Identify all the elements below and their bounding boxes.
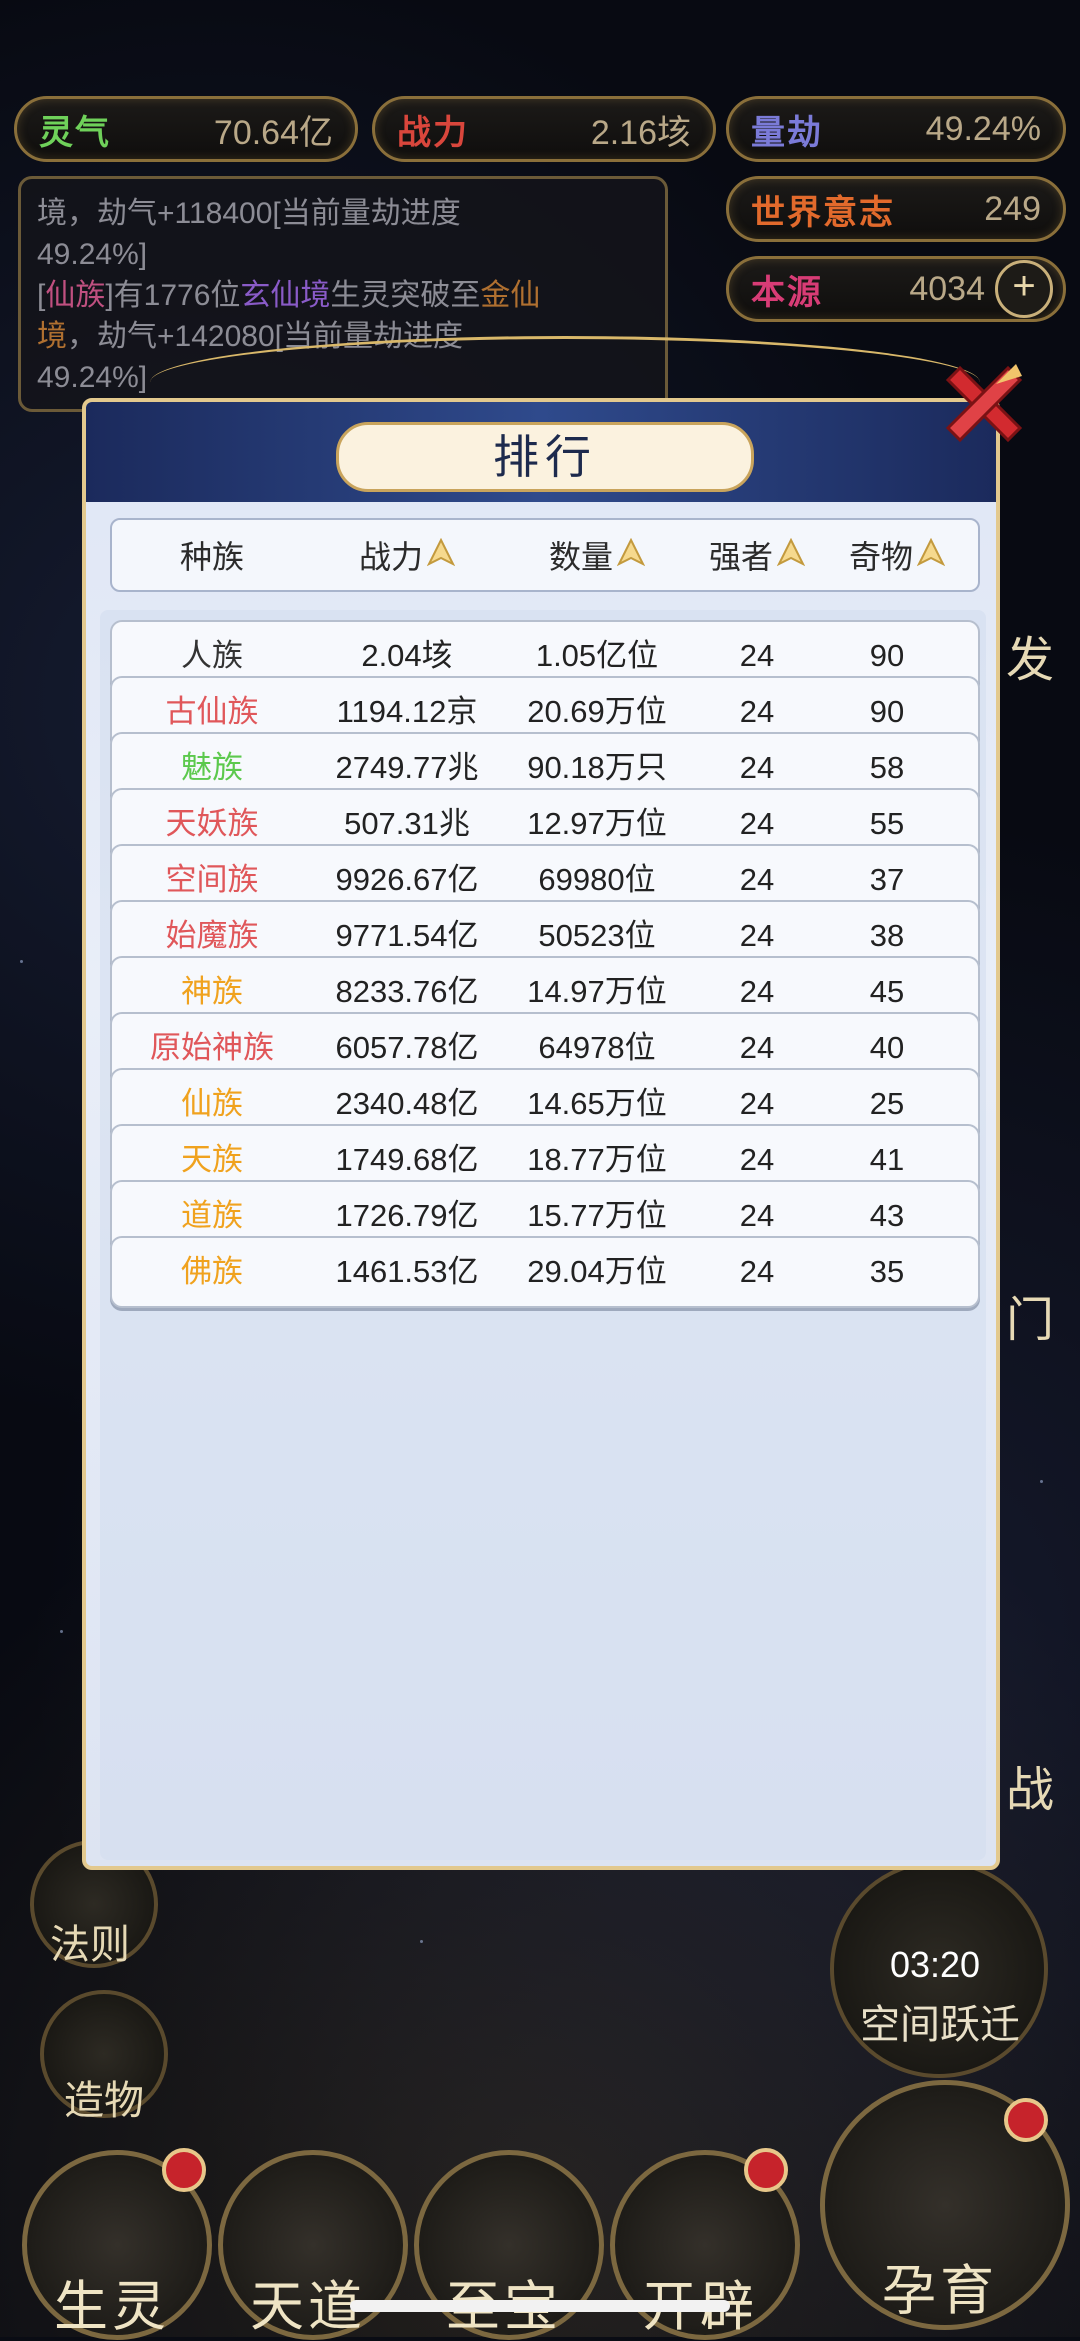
sort-by-qty[interactable]: 数量 bbox=[502, 520, 692, 590]
zhanli-stat[interactable]: 战力 2.16垓 bbox=[372, 96, 716, 162]
sort-arrow-icon bbox=[427, 538, 455, 567]
zhanli-label: 战力 bbox=[397, 113, 469, 152]
benyuan-label: 本源 bbox=[751, 273, 823, 312]
item-cell: 35 bbox=[869, 1254, 905, 1289]
sort-arrow-icon bbox=[777, 538, 805, 567]
close-icon[interactable] bbox=[938, 360, 1028, 450]
ranking-list[interactable]: 人族 2.04垓 1.05亿位 24 90 古仙族 1194.12京 20.69万位 24 90 魅… bbox=[100, 610, 986, 1860]
dialog-title: 排行 bbox=[336, 422, 754, 492]
header-race: 种族 bbox=[179, 539, 244, 575]
lingqi-stat[interactable]: 灵气 70.64亿 bbox=[14, 96, 358, 162]
liangjie-value: 49.24% bbox=[925, 109, 1041, 148]
benyuan-value: 4034 bbox=[909, 269, 985, 308]
space-jump-timer: 03:20 bbox=[889, 1944, 981, 1985]
shijie-stat[interactable]: 世界意志 249 bbox=[726, 176, 1066, 242]
notification-dot bbox=[744, 2148, 788, 2192]
zhanli-value: 2.16垓 bbox=[590, 113, 691, 152]
race-cell: 佛族 bbox=[181, 1254, 243, 1289]
power-cell: 1461.53亿 bbox=[335, 1254, 479, 1289]
notification-dot bbox=[162, 2148, 206, 2192]
star bbox=[60, 1630, 63, 1633]
add-benyuan-button[interactable]: + bbox=[995, 260, 1053, 318]
sort-by-strong[interactable]: 强者 bbox=[692, 520, 822, 590]
yun-yu-label: 孕育 bbox=[882, 2261, 998, 2321]
sort-by-item[interactable]: 奇物 bbox=[822, 520, 972, 590]
table-row[interactable]: 佛族 1461.53亿 29.04万位 24 35 bbox=[110, 1236, 980, 1308]
qty-cell: 29.04万位 bbox=[527, 1254, 667, 1289]
star bbox=[1040, 1480, 1043, 1483]
fa-ze-label: 法则 bbox=[50, 1923, 130, 1967]
notification-dot bbox=[1004, 2098, 1048, 2142]
shijie-value: 249 bbox=[984, 189, 1041, 228]
lingqi-label: 灵气 bbox=[39, 113, 111, 152]
sort-arrow-icon bbox=[917, 538, 945, 567]
log-line: 境，劫气+118400[当前量劫进度 bbox=[37, 197, 461, 230]
liangjie-stat[interactable]: 量劫 49.24% bbox=[726, 96, 1066, 162]
sort-arrow-icon bbox=[617, 538, 645, 567]
home-indicator bbox=[350, 2300, 730, 2312]
shijie-label: 世界意志 bbox=[751, 193, 895, 232]
sort-by-power[interactable]: 战力 bbox=[312, 520, 502, 590]
sheng-ling-label: 生灵 bbox=[54, 2277, 170, 2337]
strong-cell: 24 bbox=[739, 1254, 775, 1289]
log-line: [仙族]有1776位玄仙境生灵突破至金仙 bbox=[37, 279, 541, 312]
liangjie-label: 量劫 bbox=[751, 113, 823, 152]
log-line: 49.24%] bbox=[37, 238, 148, 271]
benyuan-stat[interactable]: 本源 4034 + bbox=[726, 256, 1066, 322]
star bbox=[20, 960, 23, 963]
lingqi-value: 70.64亿 bbox=[213, 113, 333, 152]
ranking-dialog: 排行 种族 战力 数量 强者 奇物 人族 2.04垓 1.05亿位 24 90 古仙族 11… bbox=[82, 398, 1000, 1870]
space-jump-label: 空间跃迁 bbox=[860, 2003, 1020, 2047]
zao-wu-label: 造物 bbox=[64, 2079, 144, 2123]
star bbox=[420, 1940, 423, 1943]
ranking-table-header: 种族 战力 数量 强者 奇物 bbox=[110, 518, 980, 592]
